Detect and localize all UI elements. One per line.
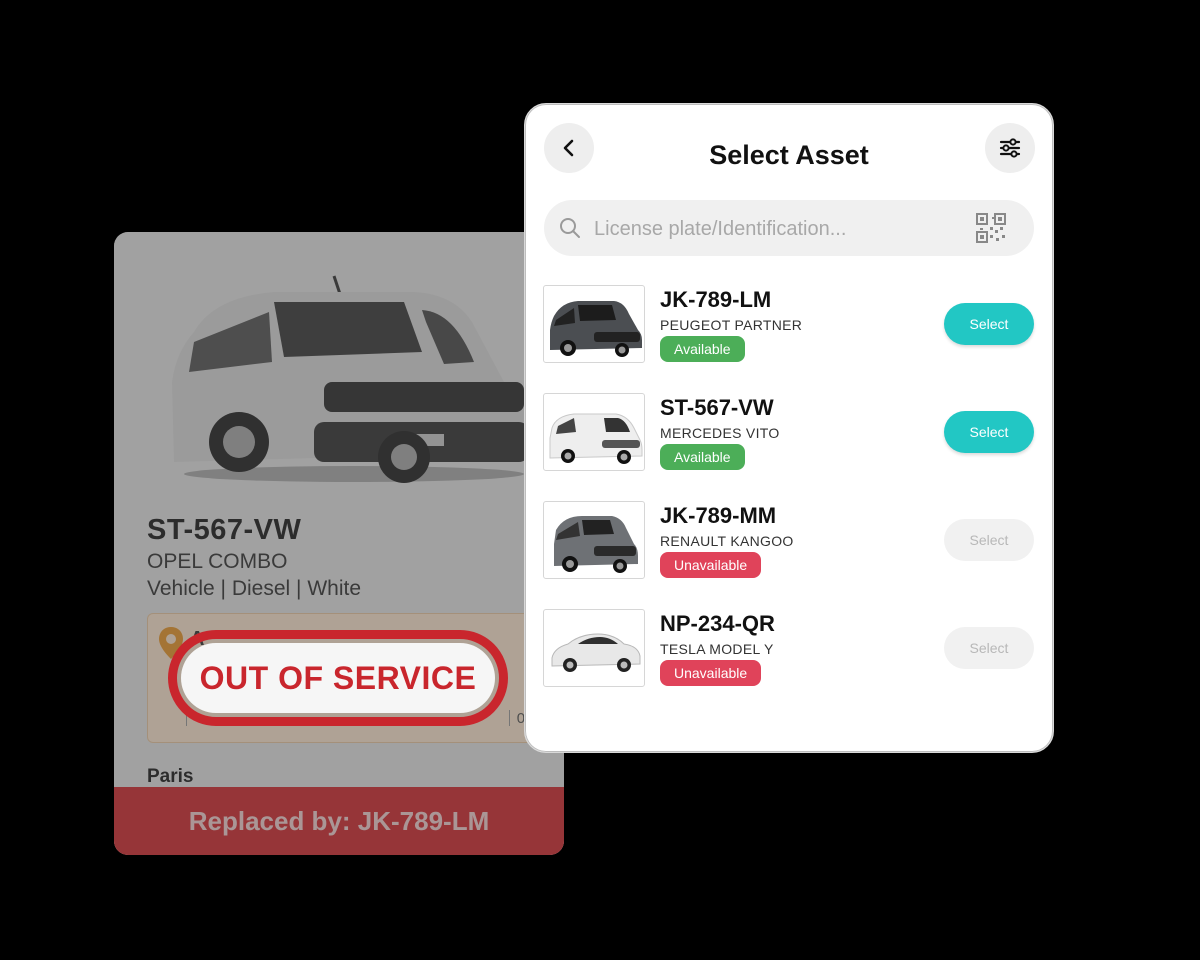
select-button[interactable]: Select [944,519,1034,561]
search-input[interactable] [592,208,966,250]
select-button[interactable]: Select [944,303,1034,345]
vehicle-model: OPEL COMBO [147,550,288,573]
van-photo [172,275,529,483]
replaced-by-bar: Replaced by: JK-789-LM [114,787,564,855]
stamp-text: OUT OF SERVICE [199,659,477,696]
asset-model: TESLA MODEL Y [660,641,774,657]
replaced-by-text: Replaced by: JK-789-LM [188,805,490,836]
status-badge: Unavailable [660,552,762,578]
status-badge: Available [660,444,745,470]
qr-code-icon[interactable] [976,213,1006,243]
select-button[interactable]: Select [944,627,1034,669]
asset-row: NP-234-QR TESLA MODEL Y Unavailable Sele… [543,609,1038,691]
search-icon [560,218,580,238]
city-label: Paris [147,766,194,787]
page-title: Select Asset [709,140,869,170]
status-badge: Available [660,336,745,362]
van-photo [543,501,645,579]
filter-button[interactable] [985,123,1035,173]
divider [509,710,510,726]
asset-plate: JK-789-LM [660,287,772,312]
asset-plate: JK-789-MM [660,503,777,528]
asset-plate: NP-234-QR [660,611,775,636]
vehicle-plate: ST-567-VW [147,514,302,546]
asset-model: PEUGEOT PARTNER [660,317,803,333]
asset-row: ST-567-VW MERCEDES VITO Available Select [543,393,1038,475]
out-of-service-stamp: OUT OF SERVICE [168,630,508,726]
select-button[interactable]: Select [944,411,1034,453]
van-photo [543,285,645,363]
asset-plate: ST-567-VW [660,395,774,420]
sliders-icon [999,138,1021,158]
asset-row: JK-789-LM PEUGEOT PARTNER Available Sele… [543,285,1038,367]
vehicle-specs: Vehicle | Diesel | White [147,577,361,600]
search-bar [544,200,1034,256]
out-of-service-card: ST-567-VW OPEL COMBO Vehicle | Diesel | … [114,232,564,855]
select-asset-panel: Select Asset License plate/Identificatio… [524,103,1054,753]
asset-row: JK-789-MM RENAULT KANGOO Unavailable Sel… [543,501,1038,583]
van-photo [543,393,645,471]
asset-model: RENAULT KANGOO [660,533,794,549]
stamp-inner: OUT OF SERVICE [181,643,495,713]
status-badge: Unavailable [660,660,762,686]
asset-model: MERCEDES VITO [660,425,780,441]
car-photo [543,609,645,687]
